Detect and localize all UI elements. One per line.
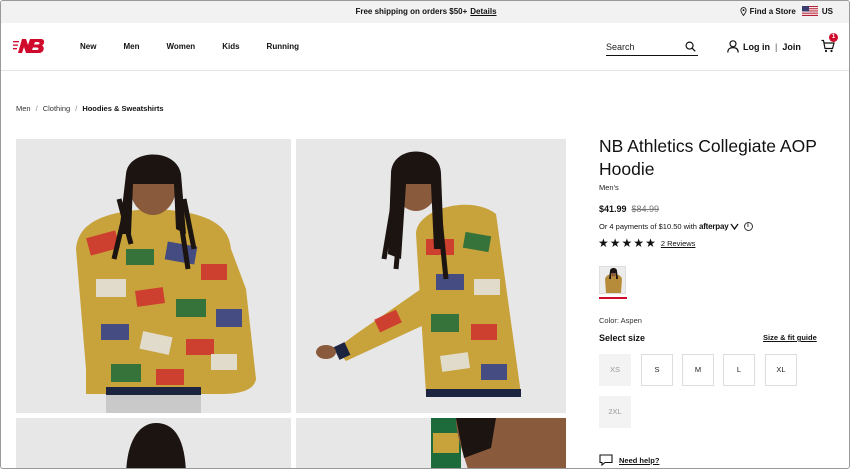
page-frame: Free shipping on orders $50+ Details Find…: [0, 0, 850, 469]
nav-item-women[interactable]: Women: [166, 42, 195, 51]
search-input[interactable]: Search: [606, 39, 698, 56]
selected-swatch-indicator: [599, 297, 627, 299]
model-detail-illustration: [431, 418, 566, 468]
size-option-m[interactable]: M: [682, 354, 714, 386]
size-option-s[interactable]: S: [641, 354, 673, 386]
model-back-illustration: [126, 423, 186, 468]
color-swatch-aspen[interactable]: [599, 266, 626, 294]
product-image-back[interactable]: [16, 418, 291, 468]
star-icon: ★: [598, 236, 609, 250]
breadcrumb-current: Hoodies & Sweatshirts: [82, 104, 164, 113]
afterpay-arrows-icon: [729, 223, 739, 230]
find-store-link[interactable]: Find a Store: [750, 7, 796, 16]
search-icon[interactable]: [685, 41, 696, 52]
promo-details-link[interactable]: Details: [470, 7, 496, 16]
original-price: $84.99: [631, 204, 660, 214]
promo-message: Free shipping on orders $50+: [355, 7, 468, 16]
need-help-link[interactable]: Need help?: [619, 456, 659, 465]
promo-bar: Free shipping on orders $50+ Details Find…: [1, 1, 849, 23]
product-image-front[interactable]: [16, 139, 291, 413]
site-header: New Men Women Kids Running Search Log in…: [1, 23, 849, 71]
size-guide-link[interactable]: Size & fit guide: [763, 333, 817, 342]
promo-text: Free shipping on orders $50+ Details: [1, 7, 849, 16]
product-image-side[interactable]: [296, 139, 566, 413]
select-size-label: Select size: [599, 333, 646, 343]
product-image-detail[interactable]: [296, 418, 566, 468]
nb-logo[interactable]: [13, 38, 46, 54]
product-title: NB Athletics Collegiate AOP Hoodie: [599, 136, 817, 179]
size-option-xs[interactable]: XS: [599, 354, 631, 386]
locale-label[interactable]: US: [822, 7, 833, 16]
breadcrumb: Men / Clothing / Hoodies & Sweatshirts: [16, 104, 164, 113]
size-option-l[interactable]: L: [723, 354, 755, 386]
account-separator: |: [775, 41, 778, 52]
us-flag-icon[interactable]: [801, 6, 818, 16]
afterpay-text: Or 4 payments of $10.50 with: [599, 222, 697, 231]
nav-item-kids[interactable]: Kids: [222, 42, 239, 51]
search-placeholder: Search: [606, 42, 635, 52]
nav-item-men[interactable]: Men: [123, 42, 139, 51]
model-front-illustration: [76, 154, 256, 413]
nav-item-running[interactable]: Running: [267, 42, 299, 51]
location-pin-icon: [740, 6, 747, 16]
breadcrumb-separator: /: [75, 104, 78, 113]
user-icon[interactable]: [727, 40, 739, 53]
afterpay-logo: afterpay: [698, 222, 729, 231]
rating: ★ ★ ★ ★ ★ 2 Reviews: [598, 237, 695, 249]
breadcrumb-men[interactable]: Men: [16, 104, 31, 113]
info-icon[interactable]: i: [743, 222, 753, 231]
chat-icon: [599, 454, 613, 466]
star-icon: ★: [633, 236, 645, 250]
find-store-area: Find a Store US: [740, 6, 833, 16]
breadcrumb-separator: /: [35, 104, 38, 113]
account-area: Log in | Join: [727, 40, 801, 53]
swatch-thumbnail: [600, 267, 625, 293]
star-icon: ★: [609, 236, 621, 250]
join-link[interactable]: Join: [782, 42, 801, 52]
reviews-link[interactable]: 2 Reviews: [661, 239, 696, 248]
star-icon: ★: [645, 236, 656, 250]
size-option-2xl[interactable]: 2XL: [599, 396, 631, 428]
login-link[interactable]: Log in: [743, 42, 770, 52]
color-label: Color: Aspen: [599, 316, 642, 325]
afterpay-message: Or 4 payments of $10.50 with afterpay i: [599, 222, 753, 231]
price-block: $41.99 $84.99: [599, 204, 659, 214]
star-icon: ★: [621, 236, 633, 250]
nav-item-new[interactable]: New: [80, 42, 96, 51]
breadcrumb-clothing[interactable]: Clothing: [43, 104, 71, 113]
model-side-illustration: [316, 151, 521, 397]
need-help[interactable]: Need help?: [599, 454, 659, 466]
cart-count-badge: 1: [829, 33, 838, 42]
size-option-xl[interactable]: XL: [765, 354, 797, 386]
sale-price: $41.99: [599, 204, 627, 214]
product-gender: Men's: [599, 183, 619, 192]
main-nav: New Men Women Kids Running: [80, 42, 326, 51]
